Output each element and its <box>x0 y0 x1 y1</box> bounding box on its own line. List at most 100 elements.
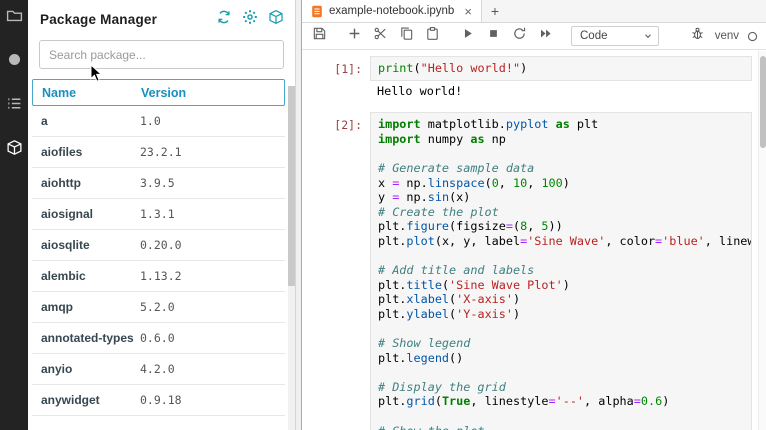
sidebar-item-status[interactable] <box>4 52 24 72</box>
kernel-name[interactable]: venv <box>715 30 739 42</box>
restart-icon <box>512 26 527 46</box>
run-cell-button[interactable] <box>457 26 478 47</box>
notebook-toolbar: Code venv <box>302 23 766 50</box>
kernel-status-icon <box>746 30 759 43</box>
search-input[interactable] <box>39 40 284 69</box>
table-row[interactable]: a1.0 <box>32 106 285 137</box>
package-version: 1.0 <box>140 114 161 128</box>
fast-forward-icon <box>538 26 553 46</box>
package-manager-header: Package Manager <box>28 0 295 38</box>
package-name: amqp <box>32 300 140 314</box>
package-table-body: a1.0aiofiles23.2.1aiohttp3.9.5aiosignal1… <box>32 106 285 416</box>
paste-icon <box>425 26 440 46</box>
copy-icon <box>399 26 414 46</box>
package-name: aiosignal <box>32 207 140 221</box>
package-table: Name Version a1.0aiofiles23.2.1aiohttp3.… <box>32 79 285 430</box>
table-row[interactable]: aiofiles23.2.1 <box>32 137 285 168</box>
package-name: aiosqlite <box>32 238 140 252</box>
insert-cell-button[interactable] <box>344 26 365 47</box>
interrupt-kernel-button[interactable] <box>483 26 504 47</box>
run-all-button[interactable] <box>535 26 556 47</box>
save-button[interactable] <box>309 26 330 47</box>
circle-icon <box>6 51 23 73</box>
tab-example-notebook[interactable]: example-notebook.ipynb × <box>302 0 482 22</box>
package-name: aiofiles <box>32 145 140 159</box>
bug-icon <box>690 26 705 46</box>
code-editor[interactable]: print("Hello world!") <box>370 56 752 81</box>
search-container <box>28 38 295 79</box>
package-name: alembic <box>32 269 140 283</box>
notebook-cell: [1]:print("Hello world!")Hello world! <box>306 56 752 102</box>
execution-count: [2]: <box>306 112 370 132</box>
sidebar-item-files[interactable] <box>4 8 24 28</box>
refresh-button[interactable] <box>214 10 233 29</box>
notebook-file-icon <box>311 5 323 18</box>
package-name: a <box>32 114 140 128</box>
notebook-scrollbar[interactable] <box>758 51 766 430</box>
paste-cell-button[interactable] <box>422 26 443 47</box>
save-icon <box>312 26 327 46</box>
panel-title: Package Manager <box>40 12 157 27</box>
activity-bar <box>0 0 28 430</box>
table-row[interactable]: anywidget0.9.18 <box>32 385 285 416</box>
tab-title: example-notebook.ipynb <box>329 5 454 17</box>
package-icon <box>6 139 23 161</box>
cut-cell-button[interactable] <box>370 26 391 47</box>
refresh-icon <box>216 9 232 30</box>
table-row[interactable]: aiosqlite0.20.0 <box>32 230 285 261</box>
notebook-panel: example-notebook.ipynb × + <box>301 0 766 430</box>
package-version: 1.3.1 <box>140 207 175 221</box>
chevron-down-icon <box>643 31 653 41</box>
table-header-row: Name Version <box>32 79 285 106</box>
new-tab-button[interactable]: + <box>482 0 508 22</box>
scissors-icon <box>373 26 388 46</box>
tab-bar: example-notebook.ipynb × + <box>302 0 766 23</box>
sidebar-item-list[interactable] <box>4 96 24 116</box>
table-row[interactable]: alembic1.13.2 <box>32 261 285 292</box>
panel-actions <box>214 10 285 29</box>
stop-icon <box>486 26 501 46</box>
scrollbar-thumb[interactable] <box>288 86 295 286</box>
toolbar-right: venv <box>687 26 759 47</box>
cell-output: Hello world! <box>370 81 752 103</box>
package-version: 4.2.0 <box>140 362 175 376</box>
table-row[interactable]: aiohttp3.9.5 <box>32 168 285 199</box>
package-version: 0.20.0 <box>140 238 182 252</box>
notebook-cell: [2]:import matplotlib.pyplot as pltimpor… <box>306 112 752 430</box>
folder-icon <box>6 7 23 29</box>
gear-icon <box>242 9 258 30</box>
run-icon <box>460 26 475 46</box>
package-name: aiohttp <box>32 176 140 190</box>
app-window: Package Manager <box>0 0 766 430</box>
restart-kernel-button[interactable] <box>509 26 530 47</box>
code-editor[interactable]: import matplotlib.pyplot as pltimport nu… <box>370 112 752 430</box>
execution-count: [1]: <box>306 56 370 76</box>
settings-button[interactable] <box>240 10 259 29</box>
scrollbar-thumb[interactable] <box>760 56 766 148</box>
tab-close-icon[interactable]: × <box>464 5 472 18</box>
table-row[interactable]: amqp5.2.0 <box>32 292 285 323</box>
package-version: 23.2.1 <box>140 145 182 159</box>
cell-type-value: Code <box>580 30 608 42</box>
list-icon <box>6 95 23 117</box>
table-row[interactable]: anyio4.2.0 <box>32 354 285 385</box>
table-row[interactable]: annotated-types0.6.0 <box>32 323 285 354</box>
column-header-name[interactable]: Name <box>33 86 141 100</box>
output-prompt <box>306 81 370 87</box>
package-box-icon <box>268 9 284 30</box>
package-version: 5.2.0 <box>140 300 175 314</box>
package-version: 1.13.2 <box>140 269 182 283</box>
column-header-version[interactable]: Version <box>141 86 186 100</box>
plus-icon <box>347 26 362 46</box>
environment-button[interactable] <box>266 10 285 29</box>
package-version: 3.9.5 <box>140 176 175 190</box>
table-row[interactable]: aiosignal1.3.1 <box>32 199 285 230</box>
package-version: 0.6.0 <box>140 331 175 345</box>
package-name: anywidget <box>32 393 140 407</box>
debugger-button[interactable] <box>687 26 708 47</box>
copy-cell-button[interactable] <box>396 26 417 47</box>
sidebar-item-packages[interactable] <box>4 140 24 160</box>
cell-type-dropdown[interactable]: Code <box>571 26 659 46</box>
package-name: annotated-types <box>32 331 140 345</box>
package-list-scrollbar[interactable] <box>288 86 295 430</box>
